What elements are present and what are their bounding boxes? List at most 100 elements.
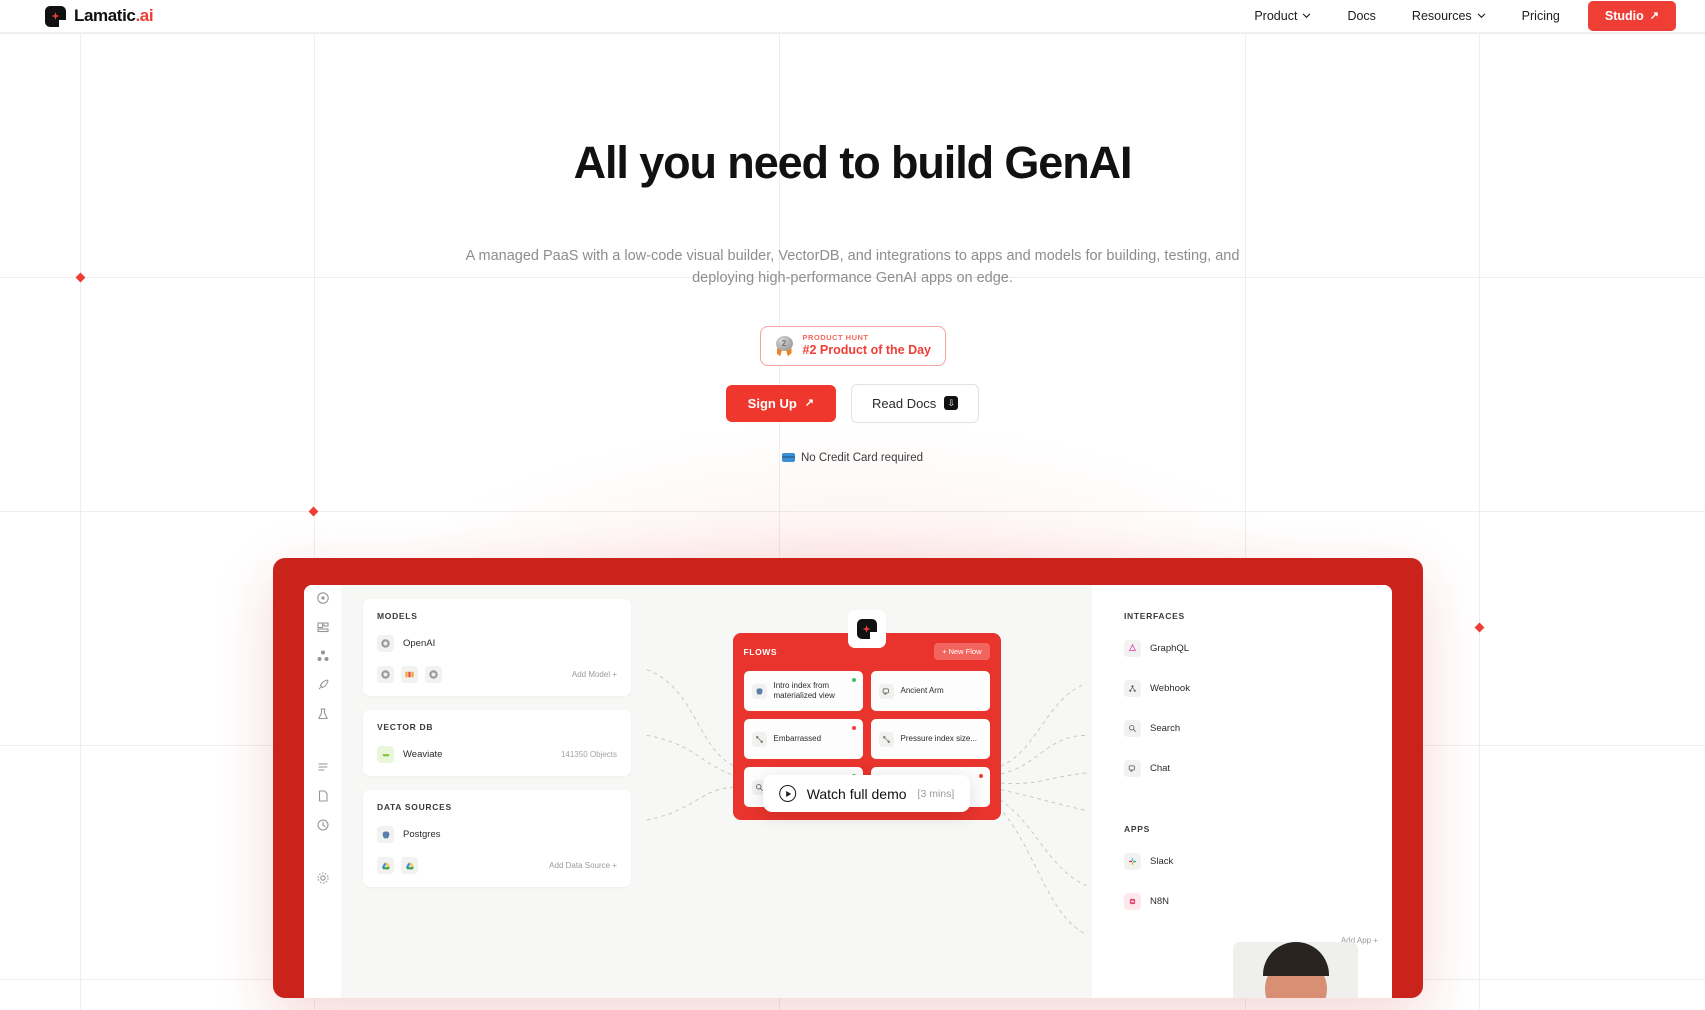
badge-kicker: PRODUCT HUNT	[802, 332, 869, 342]
nav-item-docs[interactable]: Docs	[1329, 0, 1393, 33]
dashboard-canvas: FLOWS + New Flow Intro index from materi…	[641, 585, 1092, 998]
dashboard-left-column: MODELS OpenAI Add Model + VECTOR DB Weav…	[341, 585, 641, 998]
sign-up-button[interactable]: Sign Up ↗	[725, 384, 836, 422]
dashboard-sidebar-rail	[304, 585, 341, 998]
google-drive-icon[interactable]	[377, 857, 394, 874]
clock-icon[interactable]	[316, 818, 330, 832]
watch-demo-label: Watch full demo	[806, 785, 907, 802]
brand-name: Lamatic.ai	[74, 6, 154, 25]
list-item-label: GraphQL	[1150, 643, 1190, 654]
models-panel: MODELS OpenAI Add Model +	[363, 599, 631, 696]
postgres-icon	[377, 826, 394, 843]
flows-icon[interactable]	[316, 649, 330, 663]
brand-logo[interactable]: Lamatic.ai	[45, 5, 154, 28]
list-item[interactable]: Postgres	[377, 826, 617, 843]
flow-card-label: Intro index from materialized view	[773, 681, 835, 700]
openai-alt-icon[interactable]	[425, 666, 442, 683]
accent-dot	[1474, 622, 1485, 633]
read-docs-label: Read Docs	[872, 395, 937, 411]
list-item[interactable]: Chat	[1124, 760, 1378, 777]
slack-icon	[1124, 853, 1141, 870]
play-icon	[778, 785, 796, 802]
nav-item-pricing[interactable]: Pricing	[1504, 0, 1578, 33]
apps-title: APPS	[1124, 824, 1150, 834]
list-item[interactable]: GraphQL	[1124, 640, 1378, 657]
hero-subtitle: A managed PaaS with a low-code visual bu…	[465, 248, 1240, 287]
dashboard-mock: MODELS OpenAI Add Model + VECTOR DB Weav…	[304, 585, 1392, 998]
flow-card[interactable]: Ancient Arm	[870, 671, 990, 711]
product-hunt-badge[interactable]: 2 PRODUCT HUNT #2 Product of the Day	[759, 325, 946, 366]
models-title: MODELS	[377, 611, 418, 621]
cta-row: Sign Up ↗ Read Docs ⇩	[0, 383, 1705, 423]
list-item-label: Weaviate	[403, 749, 443, 760]
add-data-source-button[interactable]: Add Data Source +	[549, 861, 617, 870]
medal-icon: 2	[775, 336, 794, 357]
gear-icon[interactable]	[316, 871, 330, 885]
apps-panel: APPS Slack N8N Add App +	[1110, 812, 1392, 958]
postgres-icon	[751, 683, 767, 699]
mistral-icon[interactable]	[401, 666, 418, 683]
data-sources-title: DATA SOURCES	[377, 802, 452, 812]
nav-item-product[interactable]: Product	[1236, 0, 1329, 33]
weaviate-icon	[377, 746, 394, 763]
studio-button[interactable]: Studio ↗	[1587, 1, 1676, 31]
sign-up-label: Sign Up	[747, 395, 797, 411]
experiment-icon[interactable]	[316, 707, 330, 721]
data-sources-panel: DATA SOURCES Postgres Add Data Source +	[363, 790, 631, 887]
list-icon[interactable]	[316, 760, 330, 774]
download-icon: ⇩	[944, 396, 959, 411]
nav-label: Product	[1254, 9, 1298, 23]
home-icon[interactable]	[316, 591, 330, 605]
flow-card[interactable]: Pressure index size...	[870, 719, 990, 759]
status-badge	[851, 726, 856, 730]
list-item-label: Slack	[1150, 856, 1174, 867]
dashboard-icon[interactable]	[316, 620, 330, 634]
nav-label: Pricing	[1521, 9, 1560, 23]
openai-icon[interactable]	[377, 666, 394, 683]
status-badge	[851, 678, 856, 682]
list-item-label: OpenAI	[403, 638, 436, 649]
chat-icon	[1124, 760, 1141, 777]
lamatic-logo-icon	[45, 5, 67, 28]
read-docs-button[interactable]: Read Docs ⇩	[851, 383, 980, 423]
studio-label: Studio	[1604, 9, 1644, 23]
list-item[interactable]: Webhook	[1124, 680, 1378, 697]
list-item-label: N8N	[1150, 896, 1170, 907]
webhook-icon	[1124, 680, 1141, 697]
no-credit-card-label: No Credit Card required	[800, 451, 924, 464]
nav-links: Product Docs Resources Pricing Studio ↗	[1236, 0, 1676, 33]
accent-dot	[308, 506, 319, 517]
google-drive-icon[interactable]	[401, 857, 418, 874]
add-model-button[interactable]: Add Model +	[572, 670, 617, 679]
flow-card[interactable]: Intro index from materialized view	[743, 671, 863, 711]
no-credit-card-note: No Credit Card required	[0, 452, 1705, 464]
flow-card[interactable]: Embarrassed	[743, 719, 863, 759]
openai-icon	[377, 635, 394, 652]
interfaces-title: INTERFACES	[1124, 611, 1185, 621]
avatar	[1233, 942, 1358, 998]
document-icon[interactable]	[316, 789, 330, 803]
list-item-label: Search	[1150, 723, 1181, 734]
list-item[interactable]: Search	[1124, 720, 1378, 737]
arrow-up-right-icon: ↗	[1649, 9, 1659, 22]
chevron-down-icon	[1302, 11, 1311, 20]
medal-rank: 2	[775, 336, 793, 352]
page-title: All you need to build GenAI	[573, 137, 1133, 188]
chevron-down-icon	[1477, 11, 1486, 20]
list-item[interactable]: Weaviate 141350 Objects	[377, 746, 617, 763]
list-item[interactable]: Slack	[1124, 853, 1378, 870]
list-item-label: Webhook	[1150, 683, 1190, 694]
list-item[interactable]: N8N	[1124, 893, 1378, 910]
list-item[interactable]: OpenAI	[377, 635, 617, 652]
graphql-icon	[1124, 640, 1141, 657]
flow-icon	[878, 731, 894, 747]
flow-card-label: Ancient Arm	[900, 686, 944, 695]
flows-title: FLOWS	[743, 646, 778, 657]
rocket-icon[interactable]	[316, 678, 330, 692]
list-item-label: Postgres	[403, 829, 441, 840]
dashboard-right-column: INTERFACES GraphQL Webhook Search Chat A…	[1092, 585, 1392, 998]
watch-demo-button[interactable]: Watch full demo [3 mins]	[762, 775, 971, 812]
nav-item-resources[interactable]: Resources	[1394, 0, 1504, 33]
model-chips: Add Model +	[377, 666, 617, 683]
new-flow-button[interactable]: + New Flow	[934, 643, 990, 660]
